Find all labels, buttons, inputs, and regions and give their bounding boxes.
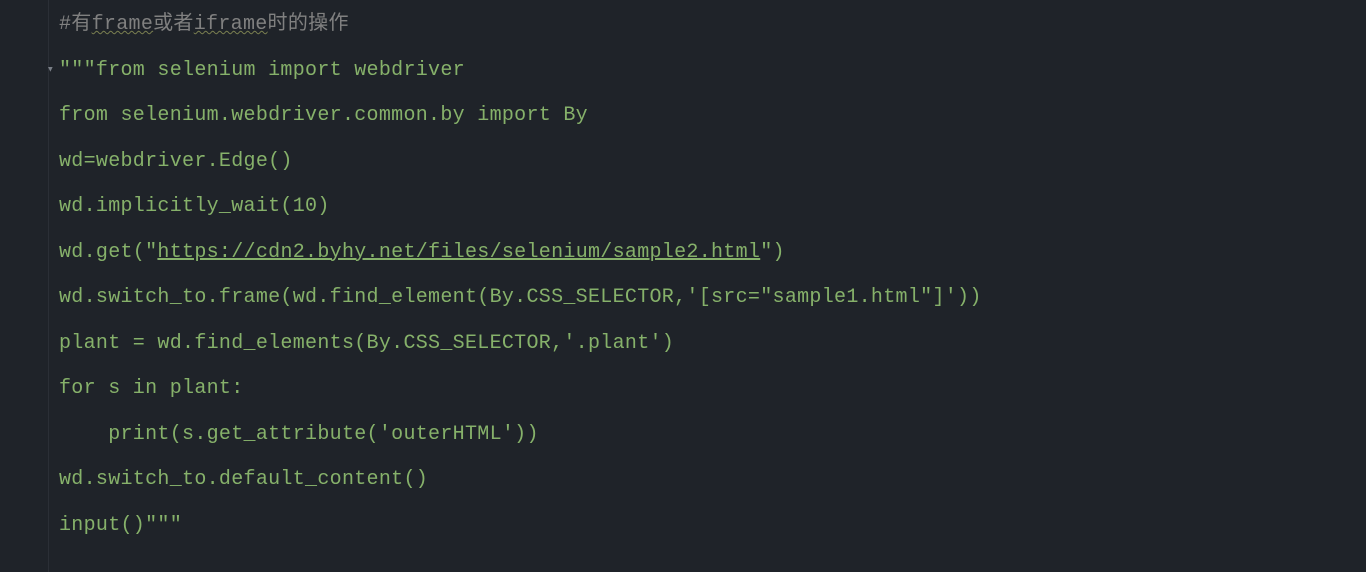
code-line[interactable]: """from selenium import webdriver bbox=[59, 48, 1366, 94]
code-line[interactable]: print(s.get_attribute('outerHTML')) bbox=[59, 412, 1366, 458]
code-token: wd.implicitly_wait(10) bbox=[59, 195, 330, 218]
line-number bbox=[0, 184, 48, 230]
line-number bbox=[0, 139, 48, 185]
line-number bbox=[0, 503, 48, 549]
code-token: 时的操作 bbox=[268, 13, 349, 36]
code-line[interactable]: wd.switch_to.default_content() bbox=[59, 457, 1366, 503]
code-token: """from selenium import webdriver bbox=[59, 59, 465, 82]
code-line[interactable]: wd=webdriver.Edge() bbox=[59, 139, 1366, 185]
line-number bbox=[0, 230, 48, 276]
code-line[interactable]: for s in plant: bbox=[59, 366, 1366, 412]
code-line[interactable]: wd.switch_to.frame(wd.find_element(By.CS… bbox=[59, 275, 1366, 321]
code-line[interactable]: from selenium.webdriver.common.by import… bbox=[59, 93, 1366, 139]
code-line[interactable]: #有frame或者iframe时的操作 bbox=[59, 2, 1366, 48]
code-token: iframe bbox=[194, 13, 268, 36]
code-token: input()""" bbox=[59, 514, 182, 537]
line-number bbox=[0, 457, 48, 503]
code-token: 或者 bbox=[153, 13, 194, 36]
line-number bbox=[0, 2, 48, 48]
line-number bbox=[0, 321, 48, 367]
code-token: for s in plant: bbox=[59, 377, 244, 400]
code-token: wd.switch_to.default_content() bbox=[59, 468, 428, 491]
code-line[interactable]: wd.implicitly_wait(10) bbox=[59, 184, 1366, 230]
code-token: wd.switch_to.frame(wd.find_element(By.CS… bbox=[59, 286, 982, 309]
line-number-gutter: ▾ bbox=[0, 0, 48, 572]
line-number bbox=[0, 93, 48, 139]
code-token: #有 bbox=[59, 13, 92, 36]
code-token: wd.get(" bbox=[59, 241, 157, 264]
code-token: plant = wd.find_elements(By.CSS_SELECTOR… bbox=[59, 332, 674, 355]
line-number bbox=[0, 366, 48, 412]
code-token: frame bbox=[92, 13, 154, 36]
code-content-area[interactable]: #有frame或者iframe时的操作 """from selenium impo… bbox=[48, 0, 1366, 572]
line-number bbox=[0, 412, 48, 458]
code-token: from selenium.webdriver.common.by import… bbox=[59, 104, 588, 127]
code-line[interactable]: wd.get("https://cdn2.byhy.net/files/sele… bbox=[59, 230, 1366, 276]
code-editor[interactable]: ▾ #有frame或者iframe时的操作 """from selenium im… bbox=[0, 0, 1366, 572]
code-token: ") bbox=[760, 241, 785, 264]
code-line[interactable]: plant = wd.find_elements(By.CSS_SELECTOR… bbox=[59, 321, 1366, 367]
code-line[interactable]: input()""" bbox=[59, 503, 1366, 549]
line-number: ▾ bbox=[0, 48, 48, 94]
line-number bbox=[0, 275, 48, 321]
code-token: print(s.get_attribute('outerHTML')) bbox=[59, 423, 539, 446]
code-token: wd=webdriver.Edge() bbox=[59, 150, 293, 173]
chevron-down-icon[interactable]: ▾ bbox=[47, 48, 54, 94]
code-token: https://cdn2.byhy.net/files/selenium/sam… bbox=[157, 241, 760, 264]
